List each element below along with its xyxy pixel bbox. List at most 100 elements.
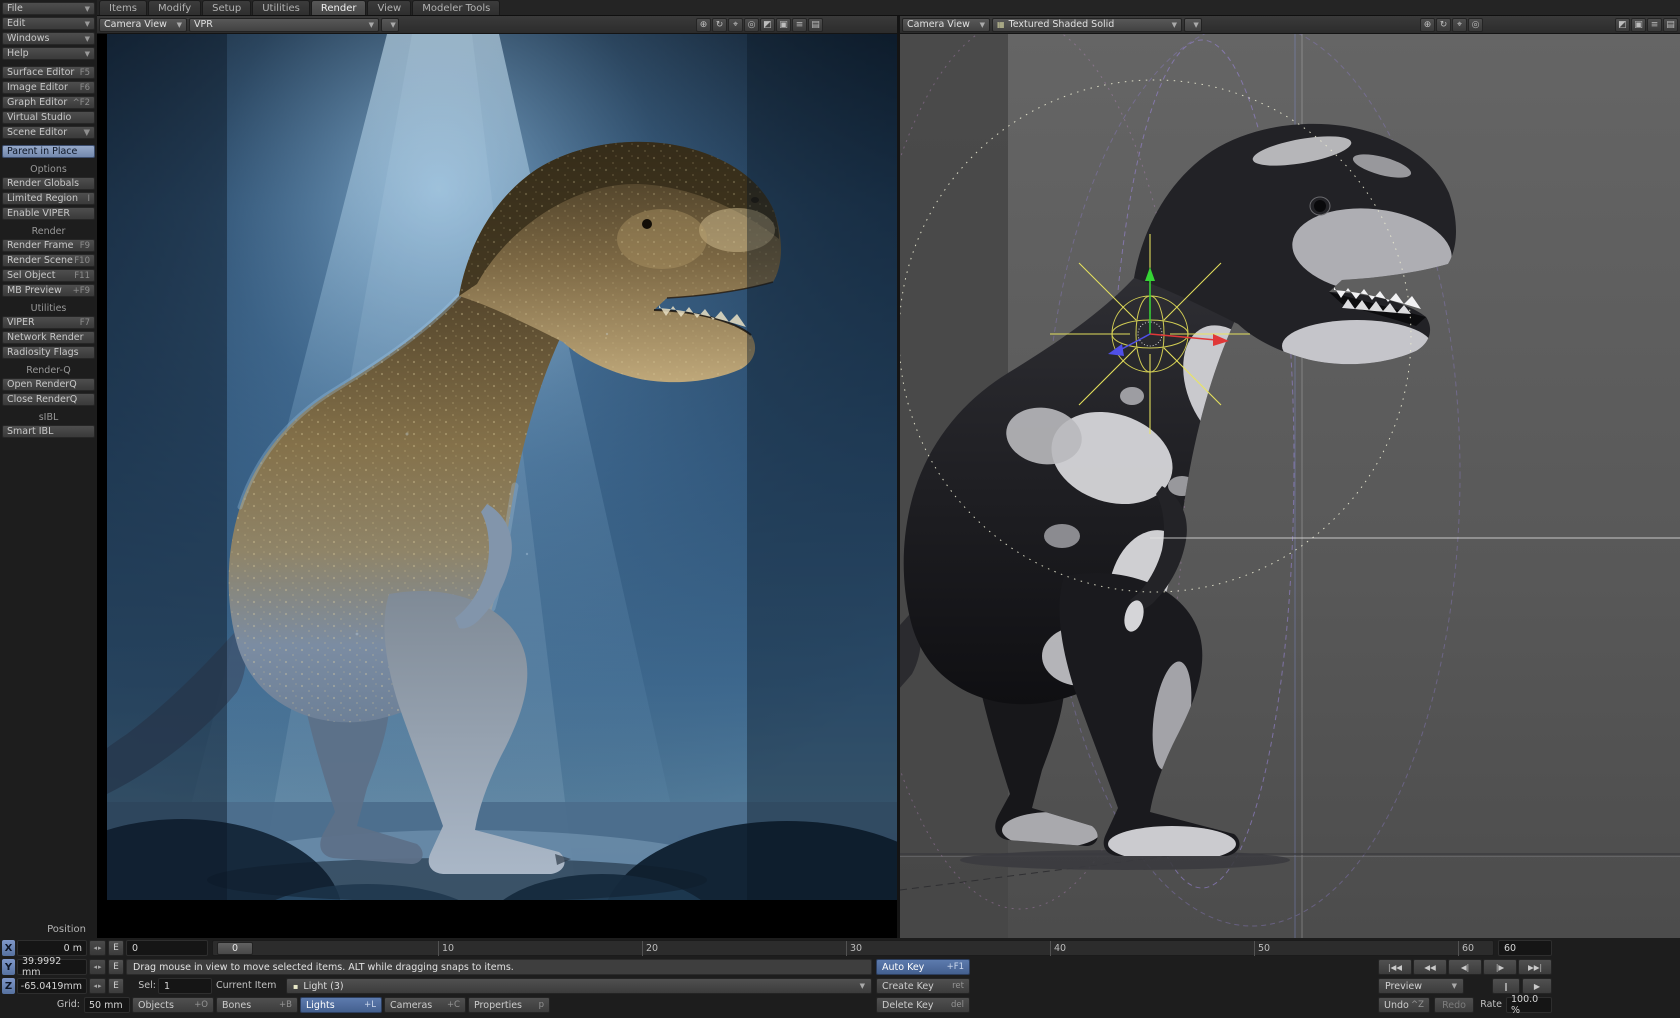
sidebar-item-limited-region[interactable]: Limited Region I bbox=[2, 192, 95, 205]
tick-10: 10 bbox=[438, 941, 454, 956]
menu-tab-setup[interactable]: Setup bbox=[202, 0, 251, 15]
sidebar-menu-edit[interactable]: Edit ▼ bbox=[2, 17, 95, 30]
current-frame-field[interactable]: 0 bbox=[126, 940, 208, 956]
tick-40: 40 bbox=[1050, 941, 1066, 956]
sidebar-item-radiosity-flags[interactable]: Radiosity Flags bbox=[2, 346, 95, 359]
spin-right-icon: ▸ bbox=[98, 982, 102, 990]
sidebar-item-smart-ibl[interactable]: Smart IBL bbox=[2, 425, 95, 438]
camera-icon[interactable]: ▣ bbox=[776, 18, 791, 32]
rate-value[interactable]: 100.0 % bbox=[1506, 997, 1552, 1013]
shading-mode-dropdown[interactable]: ▦ Textured Shaded Solid ▼ bbox=[992, 18, 1182, 32]
sidebar-item-scene-editor[interactable]: Scene Editor ▼ bbox=[2, 126, 95, 139]
sidebar-item-enable-viper[interactable]: Enable VIPER bbox=[2, 207, 95, 220]
flip-icon[interactable]: ◩ bbox=[760, 18, 775, 32]
menu-label: File bbox=[7, 3, 23, 14]
current-item-dropdown[interactable]: ▪ Light (3) ▼ bbox=[286, 978, 872, 994]
opengl-canvas[interactable] bbox=[900, 34, 1680, 938]
sidebar-item-close-renderq[interactable]: Close RenderQ bbox=[2, 393, 95, 406]
pause-button[interactable]: ‖ bbox=[1492, 978, 1520, 994]
sidebar-item-virtual-studio[interactable]: Virtual Studio bbox=[2, 111, 95, 124]
section-title-options: Options bbox=[0, 164, 97, 175]
sidebar-menu-file[interactable]: File ▼ bbox=[2, 2, 95, 15]
sidebar-item-sel-object[interactable]: Sel Object F11 bbox=[2, 269, 95, 282]
viewport-options-dropdown[interactable]: ▼ bbox=[381, 18, 399, 32]
chevron-down-icon: ▼ bbox=[85, 50, 90, 58]
rotate-icon[interactable]: ↻ bbox=[712, 18, 727, 32]
vpr-render-canvas[interactable] bbox=[97, 34, 897, 900]
properties-toggle[interactable]: Properties p bbox=[468, 997, 550, 1013]
z-axis-badge[interactable]: Z bbox=[2, 978, 15, 994]
create-key-button[interactable]: Create Key ret bbox=[876, 978, 970, 994]
sidebar-item-viper[interactable]: VIPER F7 bbox=[2, 316, 95, 329]
menu-icon[interactable]: ▤ bbox=[808, 18, 823, 32]
sidebar-item-render-frame[interactable]: Render Frame F9 bbox=[2, 239, 95, 252]
sidebar-item-graph-editor[interactable]: Graph Editor ^F2 bbox=[2, 96, 95, 109]
view-type-dropdown[interactable]: Camera View ▼ bbox=[99, 18, 187, 32]
end-frame-field[interactable]: 60 bbox=[1498, 940, 1552, 956]
viewport-options-dropdown[interactable]: ▼ bbox=[1184, 18, 1202, 32]
undo-button[interactable]: Undo ^Z bbox=[1378, 997, 1430, 1013]
auto-key-button[interactable]: Auto Key +F1 bbox=[876, 959, 970, 975]
spin-left-icon: ◂ bbox=[93, 944, 97, 952]
camera-icon[interactable]: ▣ bbox=[1631, 18, 1646, 32]
play-button[interactable]: ▶ bbox=[1522, 978, 1552, 994]
zoom-icon[interactable]: ⌖ bbox=[1452, 18, 1467, 32]
magnify-icon[interactable]: ◎ bbox=[744, 18, 759, 32]
sidebar-menu-help[interactable]: Help ▼ bbox=[2, 47, 95, 60]
menu-icon[interactable]: ▤ bbox=[1663, 18, 1678, 32]
delete-key-button[interactable]: Delete Key del bbox=[876, 997, 970, 1013]
rotate-icon[interactable]: ↻ bbox=[1436, 18, 1451, 32]
timeline-handle[interactable]: 0 bbox=[217, 942, 253, 955]
z-envelope-button[interactable]: E bbox=[108, 978, 124, 994]
x-envelope-button[interactable]: E bbox=[108, 940, 124, 956]
menu-tab-modeler-tools[interactable]: Modeler Tools bbox=[412, 0, 500, 15]
z-value[interactable]: -65.0419mm bbox=[17, 978, 87, 994]
bones-toggle[interactable]: Bones +B bbox=[216, 997, 298, 1013]
sidebar-item-render-globals[interactable]: Render Globals bbox=[2, 177, 95, 190]
grid-size-value[interactable]: 50 mm bbox=[84, 997, 130, 1013]
x-axis-badge[interactable]: X bbox=[2, 940, 15, 956]
menu-tab-items[interactable]: Items bbox=[99, 0, 147, 15]
go-last-button[interactable]: ▶▶| bbox=[1518, 959, 1552, 975]
x-value[interactable]: 0 m bbox=[17, 940, 87, 956]
magnify-icon[interactable]: ◎ bbox=[1468, 18, 1483, 32]
menu-tab-modify[interactable]: Modify bbox=[148, 0, 201, 15]
menu-tab-render[interactable]: Render bbox=[311, 0, 367, 15]
cameras-toggle[interactable]: Cameras +C bbox=[384, 997, 466, 1013]
preview-dropdown[interactable]: Preview ▼ bbox=[1378, 978, 1464, 994]
lights-toggle[interactable]: Lights +L bbox=[300, 997, 382, 1013]
prev-key-button[interactable]: ◀◀ bbox=[1413, 959, 1447, 975]
y-spinner[interactable]: ◂ ▸ bbox=[89, 959, 106, 975]
zoom-icon[interactable]: ⌖ bbox=[728, 18, 743, 32]
objects-toggle[interactable]: Objects +O bbox=[132, 997, 214, 1013]
sidebar-item-render-scene[interactable]: Render Scene F10 bbox=[2, 254, 95, 267]
menu-tab-utilities[interactable]: Utilities bbox=[252, 0, 310, 15]
view-type-dropdown[interactable]: Camera View ▼ bbox=[902, 18, 990, 32]
sidebar-item-image-editor[interactable]: Image Editor F6 bbox=[2, 81, 95, 94]
x-spinner[interactable]: ◂ ▸ bbox=[89, 940, 106, 956]
sidebar-menu-windows[interactable]: Windows ▼ bbox=[2, 32, 95, 45]
go-first-button[interactable]: |◀◀ bbox=[1378, 959, 1412, 975]
parent-in-place-button[interactable]: Parent in Place bbox=[2, 145, 95, 158]
pan-icon[interactable]: ⊕ bbox=[1420, 18, 1435, 32]
z-spinner[interactable]: ◂ ▸ bbox=[89, 978, 106, 994]
sidebar-item-network-render[interactable]: Network Render bbox=[2, 331, 95, 344]
pan-icon[interactable]: ⊕ bbox=[696, 18, 711, 32]
y-value[interactable]: 39.9992 mm bbox=[17, 959, 87, 975]
y-axis-badge[interactable]: Y bbox=[2, 959, 15, 975]
step-forward-button[interactable]: |▶ bbox=[1483, 959, 1517, 975]
menu-tab-view[interactable]: View bbox=[367, 0, 411, 15]
sidebar-item-surface-editor[interactable]: Surface Editor F5 bbox=[2, 66, 95, 79]
list-icon[interactable]: ≡ bbox=[792, 18, 807, 32]
spin-right-icon: ▸ bbox=[98, 963, 102, 971]
y-envelope-button[interactable]: E bbox=[108, 959, 124, 975]
render-mode-dropdown[interactable]: VPR ▼ bbox=[189, 18, 379, 32]
sidebar-item-open-renderq[interactable]: Open RenderQ bbox=[2, 378, 95, 391]
redo-button[interactable]: Redo bbox=[1434, 997, 1474, 1013]
list-icon[interactable]: ≡ bbox=[1647, 18, 1662, 32]
sidebar-item-mb-preview[interactable]: MB Preview +F9 bbox=[2, 284, 95, 297]
tick-60: 60 bbox=[1458, 941, 1474, 956]
frame-ruler[interactable]: 0 10 20 30 40 50 60 bbox=[212, 940, 1494, 956]
flip-icon[interactable]: ◩ bbox=[1615, 18, 1630, 32]
step-back-button[interactable]: ◀| bbox=[1448, 959, 1482, 975]
